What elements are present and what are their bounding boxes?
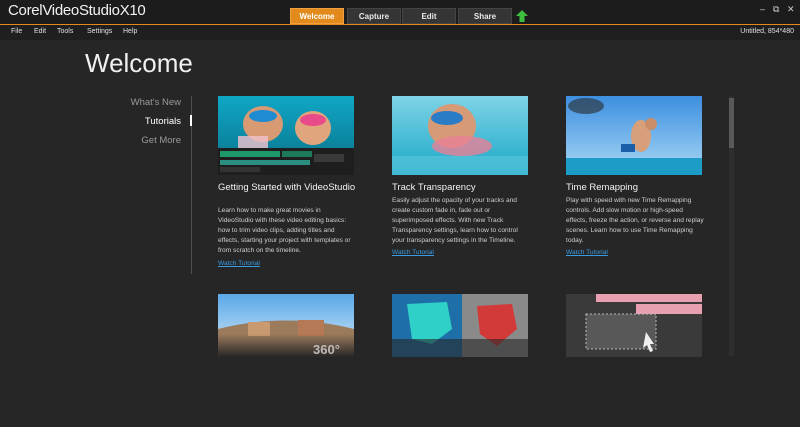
nav-tutorials[interactable]: Tutorials [145, 116, 181, 127]
tab-welcome[interactable]: Welcome [290, 8, 344, 24]
maximize-icon[interactable]: ⧉ [773, 4, 779, 15]
watch-tutorial-link[interactable]: Watch Tutorial [566, 249, 608, 256]
card-description: Play with speed with new Time Remapping … [566, 197, 704, 244]
tutorial-thumbnail-360-video[interactable]: 360° [218, 294, 354, 357]
tab-share[interactable]: Share [458, 8, 512, 24]
card-title: Time Remapping [566, 182, 638, 193]
menu-tools[interactable]: Tools [57, 28, 73, 35]
watch-tutorial-link[interactable]: Watch Tutorial [392, 249, 434, 256]
app-logo: CorelVideoStudioX10 [8, 2, 146, 19]
menu-bar: File Edit Tools Settings Help Untitled, … [0, 25, 800, 40]
nav-active-marker [190, 115, 192, 126]
badge-360-text: 360° [313, 342, 340, 357]
menu-file[interactable]: File [11, 28, 22, 35]
minimize-icon[interactable]: – [760, 4, 765, 14]
tutorial-thumbnail-track-transparency[interactable] [392, 96, 528, 175]
close-icon[interactable]: ✕ [787, 4, 795, 15]
tutorial-thumbnail-motion[interactable] [566, 294, 702, 357]
tutorial-thumbnail-time-remapping[interactable] [566, 96, 702, 175]
tutorial-thumbnail-getting-started[interactable] [218, 96, 354, 175]
nav-whats-new[interactable]: What's New [131, 97, 181, 108]
card-title: Track Transparency [392, 182, 476, 193]
content-scrollbar[interactable] [729, 96, 734, 356]
brand-version: X10 [119, 2, 146, 19]
brand-prefix: Corel [8, 2, 43, 19]
menu-settings[interactable]: Settings [87, 28, 112, 35]
project-info: Untitled, 854*480 [740, 28, 794, 35]
menu-edit[interactable]: Edit [34, 28, 46, 35]
tutorial-thumbnail-mask[interactable] [392, 294, 528, 357]
title-bar: CorelVideoStudioX10 Welcome Capture Edit… [0, 0, 800, 25]
menu-help[interactable]: Help [123, 28, 137, 35]
card-description: Easily adjust the opacity of your tracks… [392, 197, 518, 244]
tab-edit[interactable]: Edit [402, 8, 456, 24]
card-title: Getting Started with VideoStudio [218, 182, 356, 193]
scrollbar-thumb[interactable] [729, 98, 734, 148]
brand-name: VideoStudio [42, 2, 120, 19]
page-title: Welcome [85, 48, 193, 78]
nav-get-more[interactable]: Get More [141, 135, 181, 146]
watch-tutorial-link[interactable]: Watch Tutorial [218, 260, 260, 267]
upload-icon[interactable] [516, 10, 528, 22]
card-description: Learn how to make great movies in VideoS… [218, 207, 351, 254]
tab-capture[interactable]: Capture [347, 8, 401, 24]
